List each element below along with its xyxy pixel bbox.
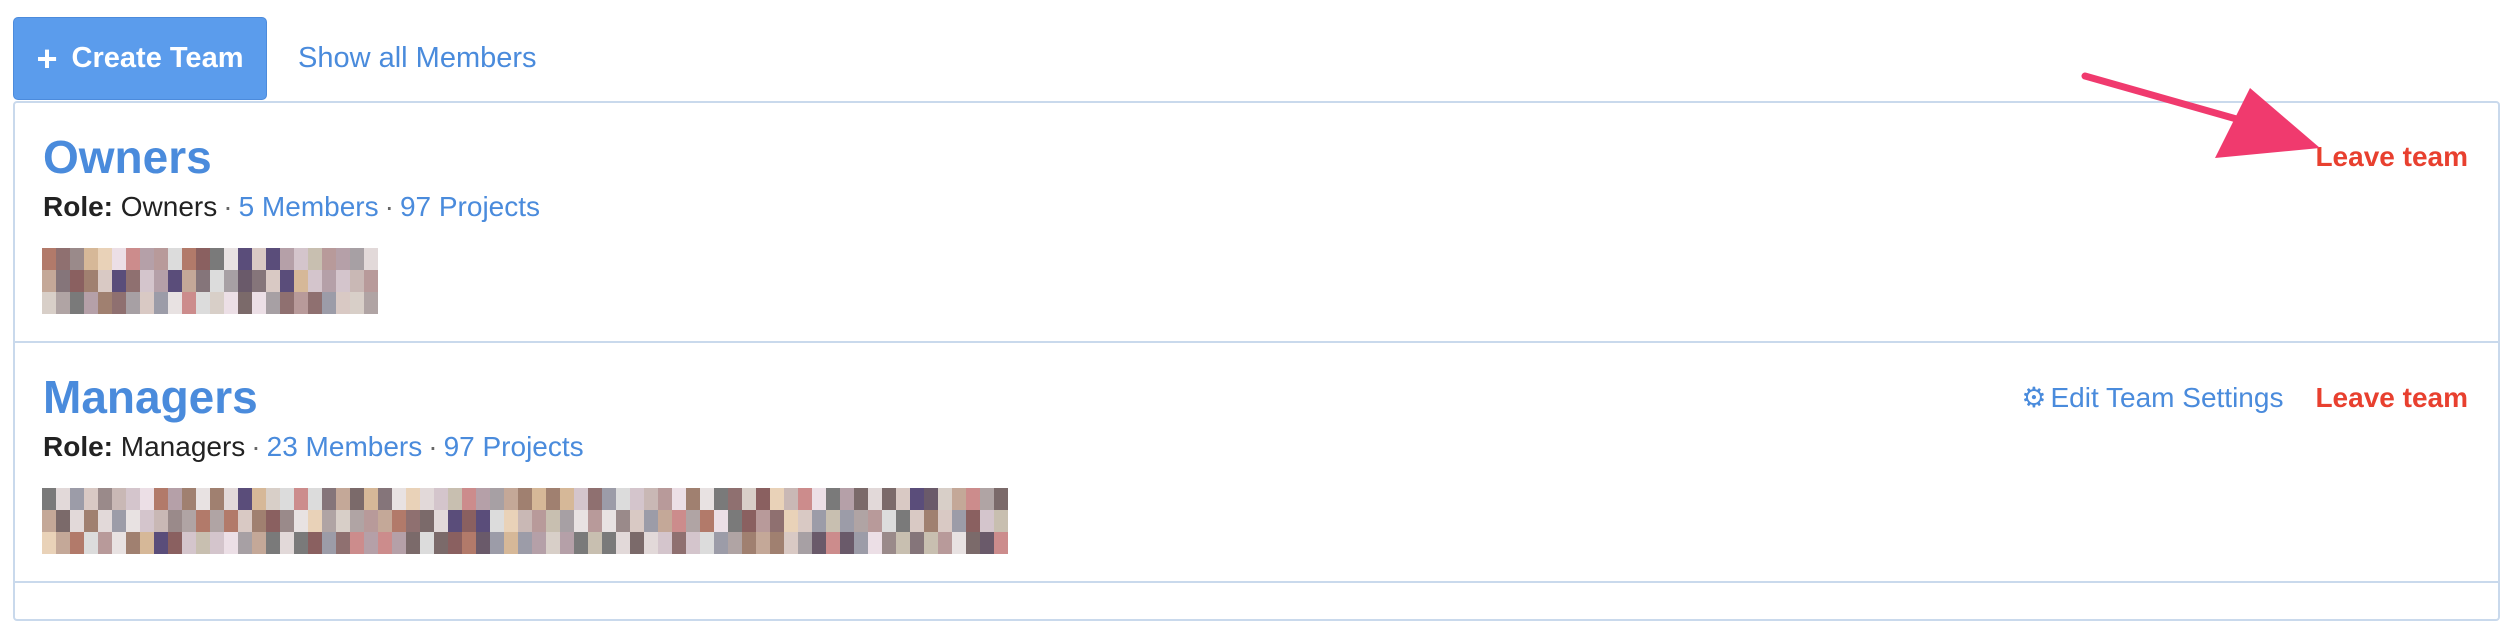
member-avatar[interactable] [882, 488, 924, 554]
member-avatar[interactable] [42, 248, 84, 314]
member-avatar[interactable] [294, 488, 336, 554]
leave-team-link[interactable]: Leave team [2315, 382, 2468, 414]
member-avatar[interactable] [504, 488, 546, 554]
member-avatar[interactable] [210, 488, 252, 554]
member-avatar[interactable] [966, 488, 1008, 554]
member-avatar[interactable] [378, 488, 420, 554]
member-avatar[interactable] [210, 248, 252, 314]
member-avatar[interactable] [840, 488, 882, 554]
member-avatar[interactable] [462, 488, 504, 554]
team-meta: Role: Owners · 5 Members · 97 Projects [43, 191, 541, 222]
show-all-members-link[interactable]: Show all Members [298, 42, 537, 75]
edit-team-settings-link[interactable]: ⚙ Edit Team Settings [2021, 381, 2283, 414]
member-avatar[interactable] [630, 488, 672, 554]
member-avatar[interactable] [252, 488, 294, 554]
team-meta: Role: Managers · 23 Members · 97 Projects [43, 431, 584, 462]
team-card-managers: Managers Role: Managers · 23 Members · 97 Pr… [15, 343, 2498, 583]
member-avatar[interactable] [924, 488, 966, 554]
create-team-button[interactable]: + Create Team [13, 17, 267, 100]
projects-link[interactable]: 97 Projects [400, 191, 540, 222]
projects-link[interactable]: 97 Projects [444, 431, 584, 462]
member-avatar[interactable] [672, 488, 714, 554]
members-link[interactable]: 23 Members [267, 431, 423, 462]
role-label: Role: [43, 191, 113, 222]
member-avatar[interactable] [336, 248, 378, 314]
team-actions: ⚙ Edit Team Settings Leave team [2021, 381, 2468, 414]
member-avatar[interactable] [252, 248, 294, 314]
member-avatar[interactable] [714, 488, 756, 554]
member-avatar[interactable] [756, 488, 798, 554]
member-avatar[interactable] [42, 488, 84, 554]
member-avatar[interactable] [126, 248, 168, 314]
member-avatar[interactable] [84, 248, 126, 314]
member-avatar[interactable] [798, 488, 840, 554]
arrow-annotation [2081, 72, 2320, 158]
member-avatar[interactable] [84, 488, 126, 554]
teams-panel: Owners Role: Owners · 5 Members · 97 Project… [13, 101, 2500, 621]
create-team-label: Create Team [71, 42, 244, 74]
member-avatar[interactable] [168, 248, 210, 314]
leave-team-link[interactable]: Leave team [2315, 141, 2468, 173]
member-avatar[interactable] [546, 488, 588, 554]
member-avatars [42, 248, 378, 314]
edit-team-settings-label: Edit Team Settings [2050, 381, 2284, 413]
member-avatar[interactable] [294, 248, 336, 314]
team-name[interactable]: Managers [43, 370, 258, 424]
member-avatar[interactable] [336, 488, 378, 554]
gear-icon: ⚙ [2021, 382, 2047, 413]
member-avatar[interactable] [168, 488, 210, 554]
role-value: Owners [120, 191, 218, 222]
members-link[interactable]: 5 Members [239, 191, 379, 222]
member-avatar[interactable] [588, 488, 630, 554]
role-label: Role: [43, 431, 113, 462]
toolbar: + Create Team Show all Members [13, 16, 537, 101]
member-avatar[interactable] [126, 488, 168, 554]
member-avatar[interactable] [420, 488, 462, 554]
member-avatars [42, 488, 1008, 554]
role-value: Managers [120, 431, 246, 462]
plus-icon: + [36, 37, 58, 79]
team-name[interactable]: Owners [43, 130, 212, 184]
